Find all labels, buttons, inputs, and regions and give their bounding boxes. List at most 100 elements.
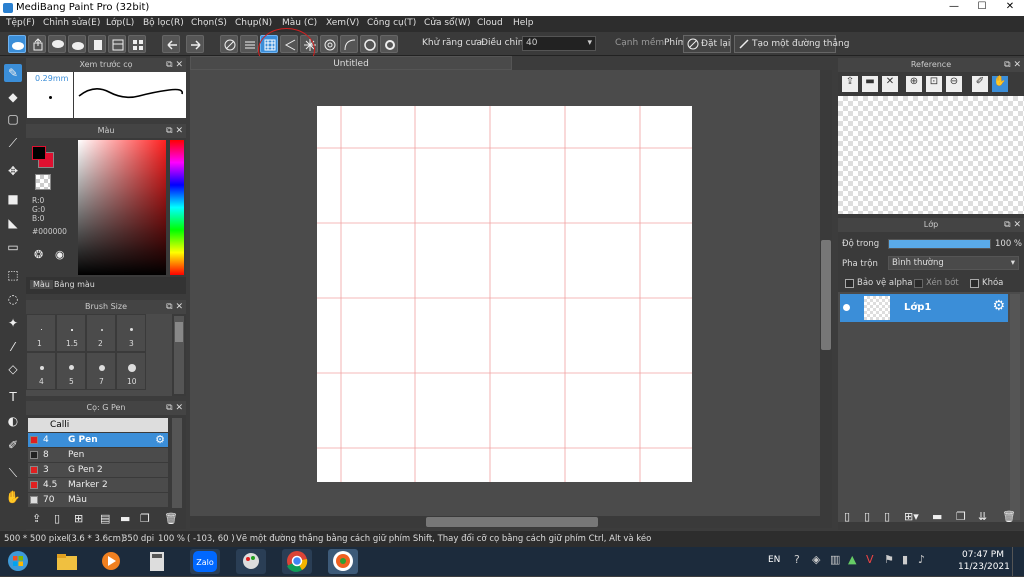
panel-close-icon[interactable]: ⧉ ✕ xyxy=(166,401,183,415)
minimize-button[interactable]: — xyxy=(940,0,968,14)
reference-upload-icon[interactable]: ⇪ xyxy=(842,76,858,92)
gear-icon[interactable]: ⚙ xyxy=(992,298,1005,314)
new-layer-8bit-icon[interactable]: ▯ xyxy=(864,510,870,523)
layout-icon[interactable] xyxy=(108,35,126,53)
select-eraser-icon[interactable]: ◇ xyxy=(4,360,22,378)
brush-item-row[interactable]: 4.5 Marker 2 xyxy=(28,478,168,492)
reference-open-icon[interactable]: ▬ xyxy=(862,76,878,92)
eye-icon[interactable] xyxy=(843,304,850,311)
gear-icon[interactable]: ⚙ xyxy=(155,433,165,447)
text-tool-icon[interactable]: T xyxy=(4,388,22,406)
menu-layer[interactable]: Lớp(L) xyxy=(106,18,134,28)
zalo-icon[interactable]: Zalo xyxy=(190,549,220,574)
show-desktop-button[interactable] xyxy=(1012,547,1024,576)
brush-mode-icon[interactable] xyxy=(8,35,26,53)
panel-close-icon[interactable]: ⧉ ✕ xyxy=(166,300,183,314)
brush-item-row[interactable]: 70 Màu xyxy=(28,493,168,507)
brush-tool-icon[interactable]: ✎ xyxy=(4,64,22,82)
clipping-checkbox[interactable] xyxy=(914,279,923,288)
tray-app-icon[interactable]: ◈ xyxy=(812,553,820,566)
brush-size-cell[interactable]: 10 xyxy=(116,352,146,390)
maximize-button[interactable]: ☐ xyxy=(968,0,996,14)
tray-signal-icon[interactable]: ▮ xyxy=(902,553,908,566)
zoom-out-icon[interactable]: ⊖ xyxy=(946,76,962,92)
fit-icon[interactable]: ⊡ xyxy=(926,76,942,92)
dot-tool-icon[interactable]: ▢ xyxy=(4,110,22,128)
panel-close-icon[interactable]: ⧉ ✕ xyxy=(166,58,183,72)
curve-snap-icon[interactable] xyxy=(340,35,358,53)
clock-date[interactable]: 11/23/2021 xyxy=(958,562,1010,572)
magic-wand-icon[interactable]: ✦ xyxy=(4,314,22,332)
menu-view[interactable]: Xem(V) xyxy=(326,18,359,28)
reset-button[interactable]: Đặt lại xyxy=(683,35,731,53)
brush-add-menu-icon[interactable]: ⊞ xyxy=(74,512,83,525)
windows-start-icon[interactable] xyxy=(6,549,34,574)
chrome-icon[interactable] xyxy=(282,549,312,574)
medibang-taskbar-icon[interactable] xyxy=(328,549,358,574)
brush-size-cell[interactable]: 2 xyxy=(86,314,116,352)
close-button[interactable]: ✕ xyxy=(996,0,1024,14)
palette-add-icon[interactable]: ◉ xyxy=(55,248,69,262)
new-brush-icon[interactable]: ▯ xyxy=(54,512,60,525)
hue-slider[interactable] xyxy=(170,140,184,275)
menu-edit[interactable]: Chỉnh sửa(E) xyxy=(43,18,100,28)
file-explorer-icon[interactable] xyxy=(52,549,82,574)
vertical-scroll-thumb[interactable] xyxy=(821,240,831,350)
protect-alpha-checkbox[interactable] xyxy=(845,279,854,288)
share-icon[interactable] xyxy=(28,35,46,53)
hand-tool-icon[interactable]: ✋ xyxy=(4,488,22,506)
brush-size-cell[interactable]: 4 xyxy=(26,352,56,390)
lock-checkbox[interactable] xyxy=(970,279,979,288)
horizontal-scrollbar[interactable] xyxy=(190,516,832,528)
menu-window[interactable]: Cửa sổ(W) xyxy=(424,18,470,28)
canvas-paper[interactable] xyxy=(317,106,692,482)
brush-size-cell[interactable]: 7 xyxy=(86,352,116,390)
layer-row[interactable]: Lớp1 ⚙ xyxy=(840,294,1008,322)
blend-select[interactable]: Bình thường ▾ xyxy=(888,256,1019,270)
zoom-in-icon[interactable]: ⊕ xyxy=(906,76,922,92)
brush-item-row[interactable]: 8 Pen xyxy=(28,448,168,462)
straight-line-button[interactable]: Tạo một đường thẳng xyxy=(734,35,849,53)
brush-size-cell[interactable]: 1.5 xyxy=(56,314,86,352)
grid-view-icon[interactable] xyxy=(128,35,146,53)
clock-time[interactable]: 07:47 PM xyxy=(962,550,1004,560)
language-indicator[interactable]: EN xyxy=(768,555,780,565)
menu-color[interactable]: Màu (C) xyxy=(282,18,317,28)
comment-icon[interactable] xyxy=(48,35,66,53)
circle-snap-icon[interactable] xyxy=(360,35,378,53)
trash-icon[interactable]: 🗑 xyxy=(164,512,178,525)
reference-canvas[interactable] xyxy=(838,96,1024,214)
shape-tool-icon[interactable]: ■ xyxy=(4,190,22,208)
menu-filter[interactable]: Bộ lọc(R) xyxy=(143,18,184,28)
reference-hand-icon[interactable]: ✋ xyxy=(992,76,1008,92)
select-pen-icon[interactable]: ⁄ xyxy=(4,338,22,356)
tray-help-icon[interactable]: ? xyxy=(794,553,800,566)
cloud-icon[interactable] xyxy=(68,35,86,53)
tray-nvidia-icon[interactable]: ▲ xyxy=(848,553,856,566)
brush-size-scrollbar[interactable] xyxy=(174,316,184,394)
lasso-tool-icon[interactable]: ◌ xyxy=(4,290,22,308)
select-tool-icon[interactable]: ⬚ xyxy=(4,266,22,284)
undo-icon[interactable] xyxy=(162,35,180,53)
correction-select[interactable]: 40 ▾ xyxy=(522,36,596,51)
new-layer-icon[interactable]: ▯ xyxy=(844,510,850,523)
snap-off-icon[interactable] xyxy=(220,35,238,53)
brush-group-calli[interactable]: Calli xyxy=(28,418,168,432)
panel-close-icon[interactable]: ⧉ ✕ xyxy=(1004,218,1021,232)
pipette-icon[interactable]: ⟍ xyxy=(4,464,22,482)
concentric-snap-icon[interactable] xyxy=(320,35,338,53)
tray-antivirus-icon[interactable]: V xyxy=(866,553,874,566)
brush-upload-icon[interactable]: ⇪ xyxy=(32,512,41,525)
eraser-tool-icon[interactable]: ◆ xyxy=(4,88,22,106)
opacity-slider[interactable] xyxy=(888,239,991,249)
calculator-icon[interactable] xyxy=(142,549,172,574)
tab-color[interactable]: Màu xyxy=(30,280,53,289)
duplicate-layer-icon[interactable]: ❐ xyxy=(956,510,966,523)
horizontal-scroll-thumb[interactable] xyxy=(426,517,598,527)
tab-palette[interactable]: Bảng màu xyxy=(54,280,95,289)
brush-size-cell[interactable]: 3 xyxy=(116,314,146,352)
duplicate-icon[interactable]: ❐ xyxy=(140,512,150,525)
saturation-value-picker[interactable] xyxy=(78,140,166,275)
reference-close-icon[interactable]: ✕ xyxy=(882,76,898,92)
layer-scrollbar[interactable] xyxy=(1010,294,1020,520)
